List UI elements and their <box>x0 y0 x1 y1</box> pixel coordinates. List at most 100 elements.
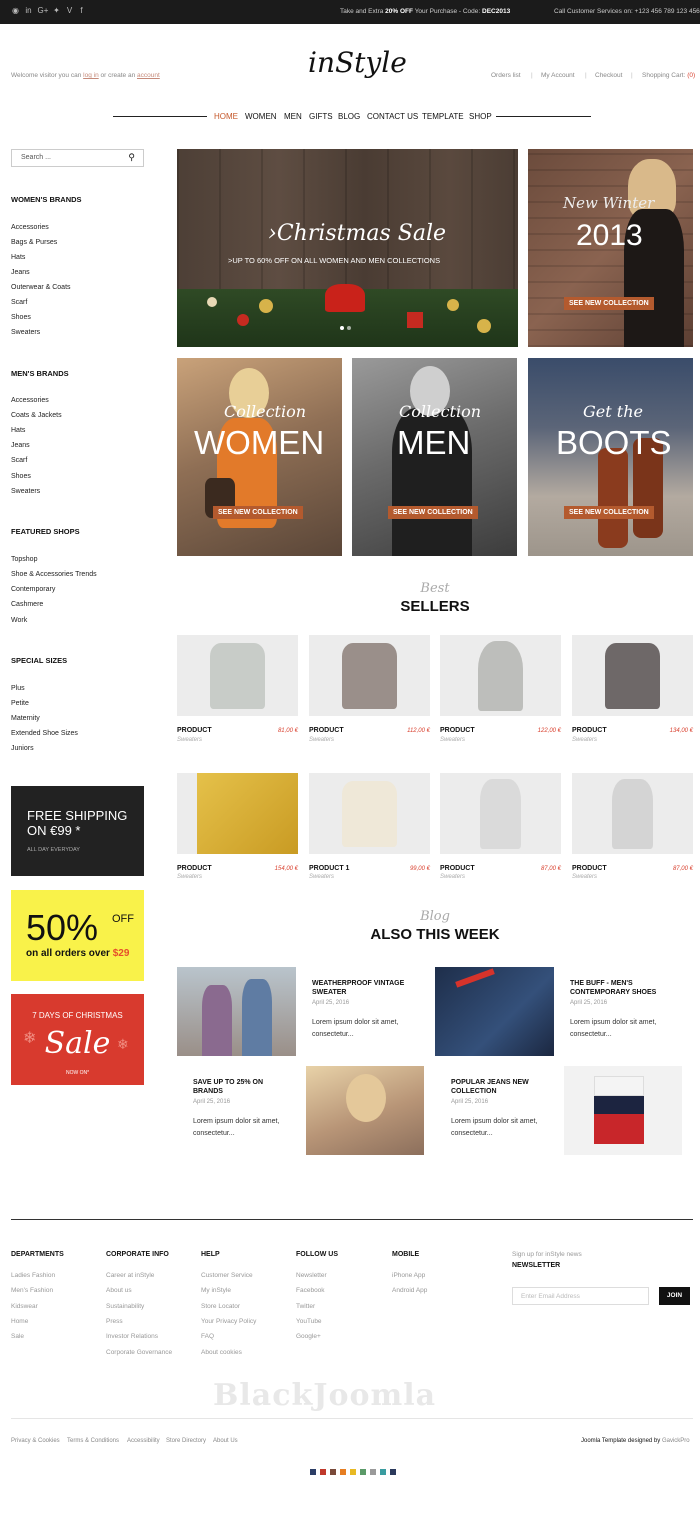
footer-link[interactable]: Google+ <box>296 1333 321 1340</box>
sidebar-item-jeans[interactable]: Jeans <box>11 269 30 276</box>
footer-link[interactable]: Sustainability <box>106 1303 144 1310</box>
sidebar-item-accessories[interactable]: Accessories <box>11 224 49 231</box>
create-account-link[interactable]: account <box>137 72 160 79</box>
product-name[interactable]: PRODUCT <box>440 865 475 872</box>
site-logo[interactable]: inStyle <box>308 46 407 79</box>
new-winter-banner[interactable]: New Winter 2013 SEE NEW COLLECTION <box>528 149 693 347</box>
sidebar-item-scarf[interactable]: Scarf <box>11 457 27 464</box>
google-plus-icon[interactable]: G+ <box>37 6 49 15</box>
blog-post-title[interactable]: WEATHERPROOF VINTAGE SWEATER <box>312 979 422 997</box>
footer-link[interactable]: iPhone App <box>392 1272 425 1279</box>
free-shipping-promo[interactable]: FREE SHIPPING ON €99 * ALL DAY EVERYDAY <box>11 786 144 876</box>
men-collection-banner[interactable]: Collection MEN SEE NEW COLLECTION <box>352 358 517 556</box>
color-swatch[interactable] <box>350 1469 356 1475</box>
slider-dot[interactable] <box>347 326 351 330</box>
footer-link[interactable]: Newsletter <box>296 1272 327 1279</box>
product-image[interactable] <box>572 773 693 854</box>
sidebar-item-bags-purses[interactable]: Bags & Purses <box>11 239 57 246</box>
blog-post-title[interactable]: POPULAR JEANS NEW COLLECTION <box>451 1078 551 1096</box>
newsletter-join-button[interactable]: JOIN <box>659 1287 690 1305</box>
terms-conditions-link[interactable]: Terms & Conditions <box>67 1438 119 1444</box>
blog-post-title[interactable]: SAVE UP TO 25% ON BRANDS <box>193 1078 293 1096</box>
footer-link[interactable]: FAQ <box>201 1333 214 1340</box>
footer-link[interactable]: My inStyle <box>201 1287 231 1294</box>
orders-list-link[interactable]: Orders list <box>491 72 521 79</box>
footer-link[interactable]: Your Privacy Policy <box>201 1318 256 1325</box>
product-name[interactable]: PRODUCT 1 <box>309 865 349 872</box>
product-name[interactable]: PRODUCT <box>309 727 344 734</box>
nav-template[interactable]: TEMPLATE <box>422 112 464 121</box>
footer-link[interactable]: Men's Fashion <box>11 1287 53 1294</box>
gavickpro-link[interactable]: GavickPro <box>662 1438 690 1444</box>
sidebar-item-plus[interactable]: Plus <box>11 685 25 692</box>
nav-gifts[interactable]: GIFTS <box>309 112 333 121</box>
sidebar-item-shoes[interactable]: Shoes <box>11 473 31 480</box>
footer-link[interactable]: About cookies <box>201 1349 242 1356</box>
sidebar-item-cashmere[interactable]: Cashmere <box>11 601 43 608</box>
see-new-collection-button[interactable]: SEE NEW COLLECTION <box>564 506 654 519</box>
color-swatch[interactable] <box>340 1469 346 1475</box>
nav-home[interactable]: HOME <box>214 112 238 121</box>
login-link[interactable]: log in <box>83 72 99 79</box>
about-us-link[interactable]: About Us <box>213 1438 238 1444</box>
search-input[interactable]: Search ... ⚲ <box>11 149 144 167</box>
sidebar-item-hats[interactable]: Hats <box>11 427 25 434</box>
color-swatch[interactable] <box>320 1469 326 1475</box>
product-image[interactable] <box>177 773 298 854</box>
sidebar-item-shoe-accessories-trends[interactable]: Shoe & Accessories Trends <box>11 571 97 578</box>
see-new-collection-button[interactable]: SEE NEW COLLECTION <box>213 506 303 519</box>
footer-link[interactable]: Facebook <box>296 1287 325 1294</box>
blog-image[interactable] <box>177 967 296 1056</box>
vimeo-icon[interactable]: V <box>65 6 74 15</box>
sidebar-item-hats[interactable]: Hats <box>11 254 25 261</box>
color-swatch[interactable] <box>370 1469 376 1475</box>
sidebar-item-contemporary[interactable]: Contemporary <box>11 586 55 593</box>
color-swatch[interactable] <box>380 1469 386 1475</box>
blog-post-title[interactable]: THE BUFF - MEN'S CONTEMPORARY SHOES <box>570 979 680 997</box>
footer-link[interactable]: Career at inStyle <box>106 1272 154 1279</box>
blog-image[interactable] <box>564 1066 682 1155</box>
twitter-icon[interactable]: ✦ <box>52 6 61 15</box>
sidebar-item-jeans[interactable]: Jeans <box>11 442 30 449</box>
product-image[interactable] <box>440 635 561 716</box>
color-swatch[interactable] <box>360 1469 366 1475</box>
sidebar-item-work[interactable]: Work <box>11 617 27 624</box>
newsletter-email-input[interactable]: Enter Email Address <box>512 1287 649 1305</box>
my-account-link[interactable]: My Account <box>541 72 575 79</box>
christmas-sale-banner[interactable]: ›Christmas Sale >UP TO 60% OFF ON ALL WO… <box>177 149 518 347</box>
footer-link[interactable]: Twitter <box>296 1303 315 1310</box>
sidebar-item-petite[interactable]: Petite <box>11 700 29 707</box>
shopping-cart-link[interactable]: Shopping Cart: (0) <box>642 72 695 79</box>
facebook-icon[interactable]: f <box>77 6 86 15</box>
product-name[interactable]: PRODUCT <box>177 727 212 734</box>
footer-link[interactable]: Home <box>11 1318 28 1325</box>
nav-men[interactable]: MEN <box>284 112 302 121</box>
sidebar-item-sweaters[interactable]: Sweaters <box>11 329 40 336</box>
product-image[interactable] <box>309 773 430 854</box>
color-swatch[interactable] <box>310 1469 316 1475</box>
women-collection-banner[interactable]: Collection WOMEN SEE NEW COLLECTION <box>177 358 342 556</box>
sidebar-item-sweaters[interactable]: Sweaters <box>11 488 40 495</box>
sidebar-item-outerwear-coats[interactable]: Outerwear & Coats <box>11 284 71 291</box>
color-swatch[interactable] <box>390 1469 396 1475</box>
blog-image[interactable] <box>435 967 554 1056</box>
footer-link[interactable]: Customer Service <box>201 1272 253 1279</box>
footer-link[interactable]: Sale <box>11 1333 24 1340</box>
sidebar-item-scarf[interactable]: Scarf <box>11 299 27 306</box>
see-new-collection-button[interactable]: SEE NEW COLLECTION <box>564 297 654 310</box>
linkedin-icon[interactable]: in <box>24 6 33 15</box>
accessibility-link[interactable]: Accessibility <box>127 1438 160 1444</box>
checkout-link[interactable]: Checkout <box>595 72 622 79</box>
nav-blog[interactable]: BLOG <box>338 112 360 121</box>
sidebar-item-shoes[interactable]: Shoes <box>11 314 31 321</box>
color-swatch[interactable] <box>330 1469 336 1475</box>
footer-link[interactable]: Ladies Fashion <box>11 1272 55 1279</box>
sidebar-item-extended-shoe-sizes[interactable]: Extended Shoe Sizes <box>11 730 78 737</box>
nav-contact-us[interactable]: CONTACT US <box>367 112 418 121</box>
footer-link[interactable]: About us <box>106 1287 132 1294</box>
nav-shop[interactable]: SHOP <box>469 112 492 121</box>
slider-dot[interactable] <box>340 326 344 330</box>
sidebar-item-accessories[interactable]: Accessories <box>11 397 49 404</box>
search-icon[interactable]: ⚲ <box>128 152 135 163</box>
product-name[interactable]: PRODUCT <box>177 865 212 872</box>
